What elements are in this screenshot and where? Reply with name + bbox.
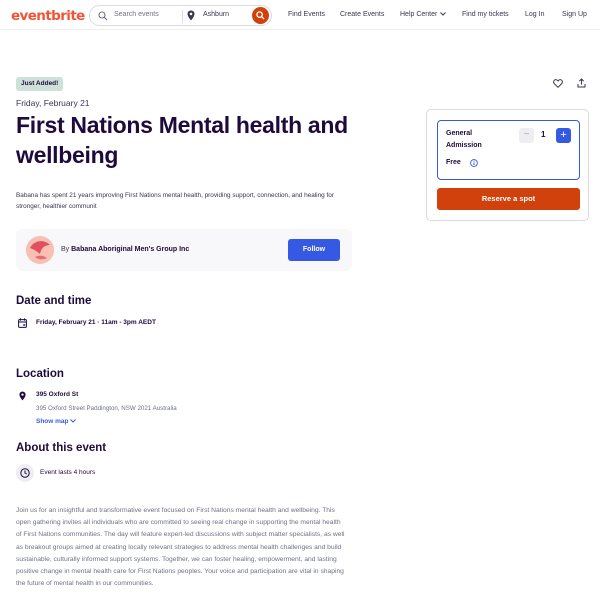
- search-icon: [98, 11, 108, 21]
- heart-icon[interactable]: [553, 79, 563, 88]
- nav-find-events[interactable]: Find Events: [288, 11, 325, 18]
- organizer-name[interactable]: Babana Aboriginal Men's Group Inc: [71, 246, 189, 253]
- event-title: First Nations Mental health and wellbein…: [16, 112, 348, 168]
- nav-create-events[interactable]: Create Events: [340, 11, 384, 18]
- event-date: Friday, February 21: [16, 98, 90, 108]
- search-button[interactable]: [252, 7, 269, 24]
- venue-name: 395 Oxford St: [36, 391, 79, 398]
- ticket-panel: General Admission − 1 + Free Reserve a s…: [426, 109, 589, 221]
- nav-log-in[interactable]: Log In: [525, 11, 544, 18]
- about-heading: About this event: [16, 442, 107, 454]
- organizer-by-label: By: [61, 246, 70, 253]
- eventbrite-logo[interactable]: eventbrite: [11, 8, 85, 24]
- nav-sign-up[interactable]: Sign Up: [562, 11, 587, 18]
- show-map-link[interactable]: Show map: [36, 418, 77, 425]
- calendar-icon: [18, 318, 27, 328]
- organizer-logo-image: [26, 236, 54, 264]
- event-summary: Babana has spent 21 years improving Firs…: [16, 192, 334, 210]
- follow-button[interactable]: Follow: [288, 239, 340, 261]
- location-heading: Location: [16, 368, 64, 380]
- nav-help-center[interactable]: Help Center: [400, 11, 447, 18]
- organizer-byline: By Babana Aboriginal Men's Group Inc: [61, 246, 189, 253]
- date-time-value: Friday, February 21 · 11am - 3pm AEDT: [36, 319, 156, 326]
- event-description: Join us for an insightful and transforma…: [16, 507, 345, 588]
- just-added-badge: Just Added!: [16, 77, 64, 91]
- search-bar[interactable]: Search events Ashburn: [89, 5, 272, 26]
- quantity-decrease-button[interactable]: −: [519, 128, 534, 143]
- ticket-option[interactable]: General Admission − 1 + Free: [437, 120, 580, 180]
- top-navigation-bar: eventbrite Search events Ashburn Find Ev…: [0, 0, 600, 30]
- chevron-down-icon: [440, 12, 447, 16]
- location-pin-icon: [19, 391, 26, 401]
- organizer-card: By Babana Aboriginal Men's Group Inc Fol…: [16, 229, 352, 271]
- organizer-avatar[interactable]: [26, 236, 54, 264]
- date-time-heading: Date and time: [16, 295, 92, 307]
- reserve-spot-button[interactable]: Reserve a spot: [437, 188, 580, 210]
- venue-address: 395 Oxford Street Paddington, NSW 2021 A…: [36, 405, 177, 412]
- search-divider: [182, 10, 183, 23]
- clock-icon: [20, 468, 30, 478]
- info-icon[interactable]: [470, 159, 478, 167]
- share-icon[interactable]: [577, 78, 586, 88]
- ticket-price: Free: [446, 159, 461, 166]
- event-duration: Event lasts 4 hours: [40, 469, 96, 476]
- nav-help-center-label: Help Center: [400, 11, 438, 18]
- ticket-name: General Admission: [446, 130, 482, 149]
- search-input[interactable]: Search events: [114, 11, 159, 18]
- quantity-increase-button[interactable]: +: [556, 128, 571, 143]
- location-pin-icon: [187, 10, 195, 21]
- nav-find-my-tickets[interactable]: Find my tickets: [462, 11, 509, 18]
- chevron-down-icon: [70, 419, 77, 423]
- search-icon: [256, 11, 265, 20]
- show-map-label: Show map: [36, 418, 69, 425]
- location-input[interactable]: Ashburn: [203, 11, 229, 18]
- ticket-quantity: 1: [541, 130, 546, 139]
- clock-icon-wrapper: [16, 464, 34, 482]
